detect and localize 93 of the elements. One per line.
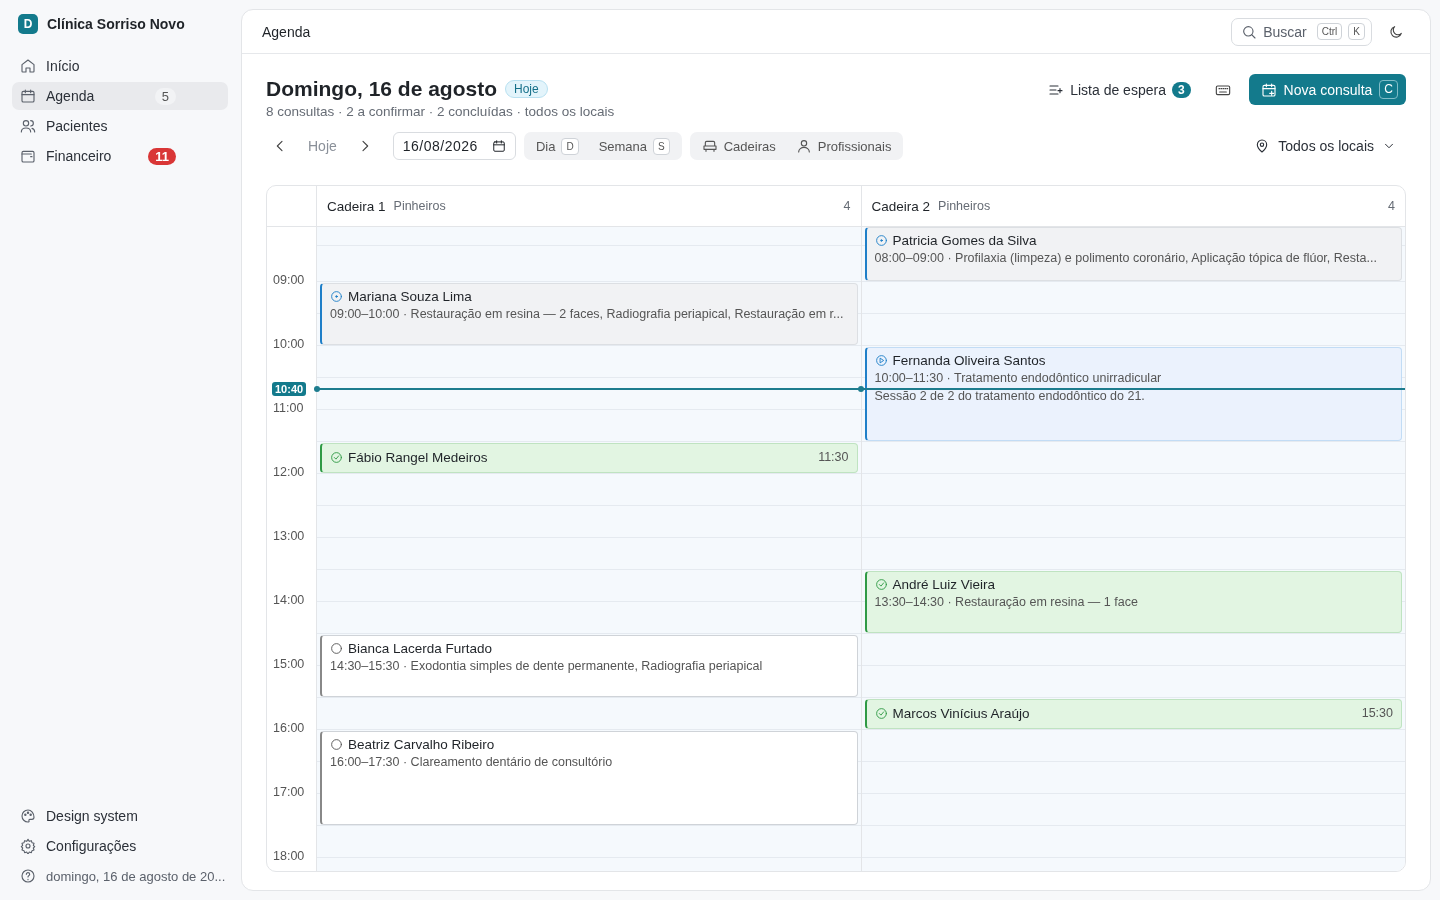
key-hint: D: [561, 137, 579, 155]
sidebar-item[interactable]: Início: [12, 52, 228, 80]
hour-label: 11:00: [273, 401, 304, 416]
appointment-details: 13:30–14:30 · Restauração em resina — 1 face: [874, 594, 1139, 611]
calendar-icon: [491, 139, 506, 153]
check-circle-icon: [874, 706, 888, 720]
new-appointment-button[interactable]: Nova consulta C: [1248, 74, 1406, 105]
view-button[interactable]: Dia D: [527, 134, 587, 158]
location-dropdown[interactable]: Todos os locais: [1244, 138, 1406, 154]
circle-icon: [330, 737, 343, 751]
patient-name: Marcos Vinícius Araújo: [892, 705, 1031, 721]
appointment-card[interactable]: Fábio Rangel Medeiros 11:30: [320, 443, 858, 474]
hour-label: 14:00: [273, 593, 305, 608]
appointment-card[interactable]: Marcos Vinícius Araújo 15:30: [864, 699, 1402, 730]
hour-label: 12:00: [273, 465, 305, 480]
calendar-plus-icon: [1260, 81, 1277, 98]
appointment-count: 4: [843, 199, 851, 213]
date-heading: Domingo, 16 de agosto: [266, 77, 498, 101]
help-icon: [20, 868, 36, 884]
view-button[interactable]: Semana S: [590, 134, 678, 158]
patient-name: Mariana Souza Lima: [348, 288, 473, 304]
appointment-details: 10:00–11:30 · Tratamento endodôntico unirradicular: [874, 370, 1163, 387]
home-icon: [20, 58, 36, 74]
column-location: Pinheiros: [938, 199, 992, 213]
sidebar-item[interactable]: Configurações: [12, 832, 228, 860]
appointment-details: 14:30–15:30 · Exodontia simples de dente permanente, Radiografia periapical: [330, 658, 764, 675]
sidebar-item[interactable]: Agenda 5: [12, 82, 228, 110]
appointment-time: 15:30: [1361, 706, 1393, 721]
today-badge: Hoje: [505, 80, 548, 98]
appointment-card[interactable]: Patricia Gomes da Silva 08:00–09:00 · Profilaxia (limpeza) e polimento coronário, Aplicação tópica de flúor, Resta...: [864, 227, 1402, 282]
settings-icon: [20, 838, 36, 854]
date-field[interactable]: 16/08/2026: [392, 132, 516, 160]
appointment-card[interactable]: Beatriz Carvalho Ribeiro 16:00–17:30 · Clareamento dentário de consultório: [320, 731, 858, 826]
dot-circle-icon: [330, 289, 343, 303]
appointments-summary: 8 consultas · 2 a confirmar · 2 concluídas · todos os locais: [266, 104, 615, 120]
person-icon: [795, 138, 812, 154]
page-title: Agenda: [262, 23, 311, 40]
column-title: Cadeira 2: [871, 198, 931, 214]
hour-label: 10:00: [273, 337, 305, 352]
patient-name: Patricia Gomes da Silva: [892, 232, 1038, 248]
sidebar-item[interactable]: domingo, 16 de agosto de 20...: [12, 862, 228, 890]
key-hint: S: [653, 137, 670, 155]
sidebar-item[interactable]: Financeiro 11: [12, 142, 228, 170]
play-circle-icon: [874, 353, 888, 367]
clinic-name: Clínica Sorriso Novo: [47, 16, 185, 32]
appointment-details: 16:00–17:30 · Clareamento dentário de consultório: [330, 754, 614, 771]
grouping-button[interactable]: Cadeiras: [693, 134, 784, 158]
check-circle-icon: [874, 577, 888, 591]
count-badge: 3: [1171, 81, 1191, 98]
search-field[interactable]: Buscar Ctrl K: [1231, 17, 1372, 46]
key-hint: C: [1379, 80, 1398, 99]
hour-label: 17:00: [273, 785, 305, 800]
sidebar-item[interactable]: Design system: [12, 802, 228, 830]
patient-name: Beatriz Carvalho Ribeiro: [348, 736, 496, 752]
hour-label: 18:00: [273, 849, 305, 864]
moon-icon: [1388, 23, 1404, 40]
column-title: Cadeira 1: [327, 198, 386, 214]
alert-badge: 11: [148, 147, 176, 165]
appointment-count: 4: [1388, 199, 1395, 213]
search-icon: [1241, 23, 1258, 40]
appointment-details: 09:00–10:00 · Restauração em resina — 2 faces, Radiografia periapical, Restauração em r...: [330, 306, 845, 323]
patient-name: Bianca Lacerda Furtado: [348, 640, 494, 656]
hour-label: 13:00: [273, 529, 305, 544]
users-icon: [20, 118, 36, 134]
calendar-icon: [20, 88, 36, 104]
sidebar-item[interactable]: Pacientes: [12, 112, 228, 140]
hour-label: 15:00: [273, 657, 305, 672]
appointment-details: 08:00–09:00 · Profilaxia (limpeza) e polimento coronário, Aplicação tópica de flúor, Resta...: [874, 250, 1378, 266]
patient-name: Fábio Rangel Medeiros: [348, 449, 489, 465]
appointment-card[interactable]: Mariana Souza Lima 09:00–10:00 · Restauração em resina — 2 faces, Radiografia periapical, Restauração em r...: [320, 283, 858, 346]
key-hint: Ctrl: [1316, 23, 1343, 40]
waitlist-button[interactable]: Lista de espera 3: [1042, 74, 1197, 105]
appointment-note: Sessão 2 de 2 do tratamento endodôntico do 21.: [874, 388, 1146, 405]
appointment-card[interactable]: Bianca Lacerda Furtado 14:30–15:30 · Exodontia simples de dente permanente, Radiografia periapical: [320, 635, 858, 698]
grouping-button[interactable]: Profissionais: [787, 134, 900, 158]
appointment-card[interactable]: Fernanda Oliveira Santos 10:00–11:30 · Tratamento endodôntico unirradicular Sessão 2 de 2 do tratamento endodôntico do 21.: [864, 347, 1402, 442]
wallet-icon: [20, 148, 36, 164]
key-hint: K: [1348, 23, 1365, 40]
column-location: Pinheiros: [393, 199, 447, 213]
logo-badge: D: [18, 14, 38, 34]
appointment-time: 11:30: [818, 450, 849, 465]
appointment-card[interactable]: André Luiz Vieira 13:30–14:30 · Restauração em resina — 1 face: [864, 571, 1402, 634]
circle-icon: [330, 641, 343, 655]
patient-name: Fernanda Oliveira Santos: [892, 352, 1047, 368]
patient-name: André Luiz Vieira: [892, 576, 997, 592]
hour-label: 09:00: [273, 273, 305, 288]
hour-label: 16:00: [273, 721, 305, 736]
current-time-badge: 10:40: [272, 382, 307, 397]
check-circle-icon: [330, 450, 343, 464]
count-badge: 5: [154, 87, 176, 105]
palette-icon: [20, 808, 36, 824]
chair-icon: [701, 138, 718, 154]
dot-circle-icon: [874, 233, 888, 247]
